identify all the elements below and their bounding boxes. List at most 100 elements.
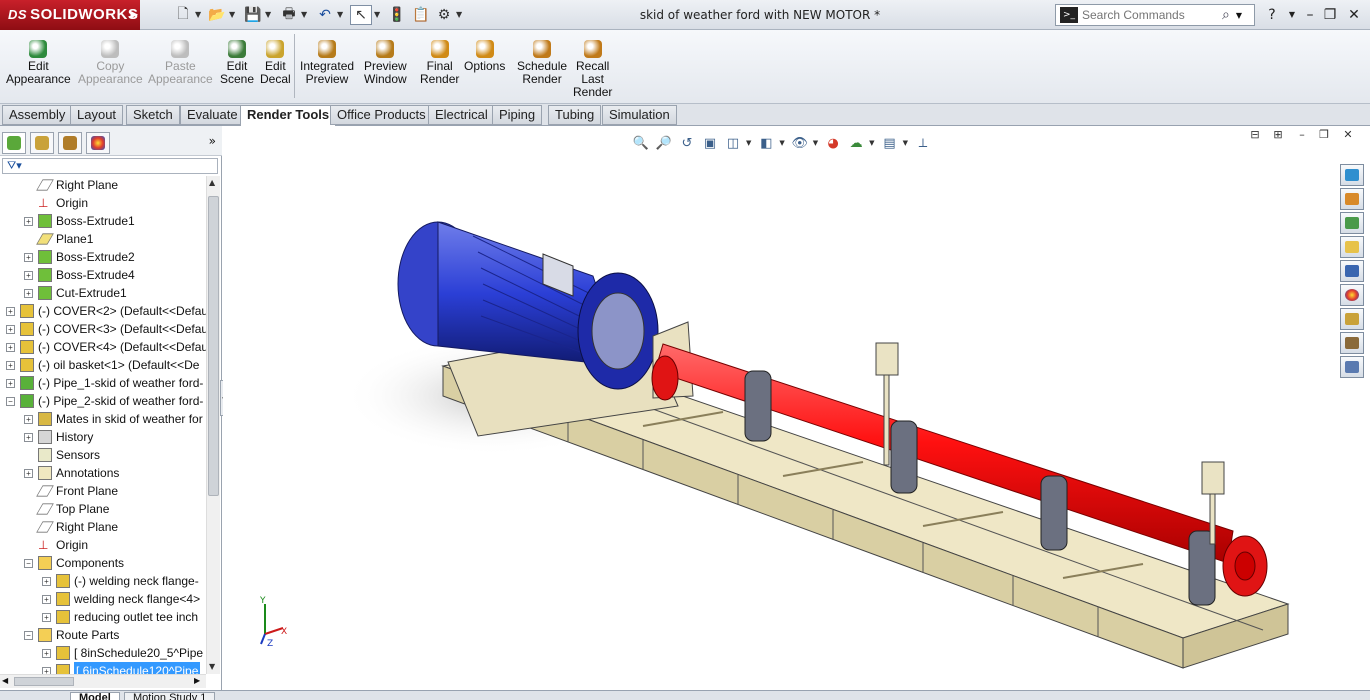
- tab-display-manager[interactable]: [86, 132, 110, 154]
- task-pane-file-explorer[interactable]: [1340, 236, 1364, 258]
- collapse-icon[interactable]: −: [6, 397, 15, 406]
- tree-item[interactable]: + (-) oil basket<1> (Default<<De: [0, 356, 206, 374]
- copy-appearance-button[interactable]: Copy Appearance: [78, 40, 143, 86]
- tab-electrical[interactable]: Electrical: [428, 105, 495, 125]
- bottom-tab-model[interactable]: Model: [70, 692, 120, 700]
- tree-item[interactable]: + Annotations: [0, 464, 206, 482]
- tree-item[interactable]: + (-) welding neck flange-: [0, 572, 206, 590]
- expand-icon[interactable]: +: [24, 415, 33, 424]
- tree-item[interactable]: Right Plane: [0, 176, 206, 194]
- expand-icon[interactable]: +: [6, 307, 15, 316]
- collapse-icon[interactable]: −: [24, 559, 33, 568]
- tree-item[interactable]: + (-) COVER<2> (Default<<Defau: [0, 302, 206, 320]
- tree-item[interactable]: Right Plane: [0, 518, 206, 536]
- tree-item[interactable]: + History: [0, 428, 206, 446]
- tree-item[interactable]: + Boss-Extrude1: [0, 212, 206, 230]
- tab-assembly[interactable]: Assembly: [2, 105, 73, 125]
- expand-icon[interactable]: +: [42, 577, 51, 586]
- tree-item[interactable]: Sensors: [0, 446, 206, 464]
- search-commands-box[interactable]: >_ ⌕ ▼: [1055, 4, 1255, 26]
- new-document-icon[interactable]: 🗋: [172, 5, 194, 25]
- more-tabs-chevron-icon[interactable]: »: [209, 134, 216, 148]
- tab-configuration-manager[interactable]: [58, 132, 82, 154]
- select-dropdown-icon[interactable]: ▼: [374, 10, 380, 19]
- tab-feature-manager[interactable]: [2, 132, 26, 154]
- task-pane-view-palette[interactable]: [1340, 260, 1364, 282]
- print-icon[interactable]: 🖶: [278, 5, 300, 25]
- graphics-area[interactable]: 🔍 🔎 ↺ ▣ ◫ ▼ ◧ ▼ 👁 ▼ ◕ ☁ ▼ ▤ ▼ ⟂ ⊟ ⊞ – ❐ …: [223, 126, 1370, 690]
- tree-item[interactable]: + (-) COVER<4> (Default<<Defau: [0, 338, 206, 356]
- expand-icon[interactable]: +: [42, 649, 51, 658]
- tab-tubing[interactable]: Tubing: [548, 105, 602, 125]
- expand-icon[interactable]: +: [24, 469, 33, 478]
- final-render-button[interactable]: Final Render: [420, 40, 459, 86]
- expand-icon[interactable]: +: [24, 217, 33, 226]
- expand-icon[interactable]: +: [24, 271, 33, 280]
- preview-window-button[interactable]: Preview Window: [364, 40, 407, 86]
- save-dropdown-icon[interactable]: ▼: [265, 10, 271, 19]
- expand-icon[interactable]: +: [42, 595, 51, 604]
- tree-item[interactable]: + welding neck flange<4>: [0, 590, 206, 608]
- edit-scene-button[interactable]: Edit Scene: [220, 40, 254, 86]
- tree-item[interactable]: + [ 8inSchedule20_5^Pipe: [0, 644, 206, 662]
- open-folder-icon[interactable]: 📂: [206, 5, 228, 25]
- expand-icon[interactable]: +: [6, 325, 15, 334]
- close-icon[interactable]: ✕: [1344, 5, 1364, 25]
- search-input[interactable]: [1082, 8, 1222, 22]
- new-dropdown-icon[interactable]: ▼: [195, 10, 201, 19]
- tree-item[interactable]: + Boss-Extrude4: [0, 266, 206, 284]
- tree-item[interactable]: − (-) Pipe_2-skid of weather ford-: [0, 392, 206, 410]
- assembly-model-render[interactable]: Y X Z: [223, 126, 1370, 690]
- tree-item[interactable]: + (-) COVER<3> (Default<<Defau: [0, 320, 206, 338]
- tree-item[interactable]: − Components: [0, 554, 206, 572]
- tab-simulation[interactable]: Simulation: [602, 105, 677, 125]
- minimize-icon[interactable]: –: [1300, 5, 1320, 25]
- expand-icon[interactable]: +: [6, 361, 15, 370]
- rebuild-traffic-light-icon[interactable]: 🚦: [386, 5, 408, 25]
- tab-evaluate[interactable]: Evaluate: [180, 105, 245, 125]
- options-icon[interactable]: ⚙: [433, 5, 455, 25]
- tab-layout[interactable]: Layout: [70, 105, 124, 125]
- tree-horizontal-scrollbar[interactable]: ◀ ▶: [0, 674, 206, 688]
- save-icon[interactable]: 💾: [242, 5, 264, 25]
- recall-last-render-button[interactable]: Recall Last Render: [573, 40, 612, 99]
- hscroll-thumb[interactable]: [14, 677, 74, 686]
- task-pane-toolbox[interactable]: [1340, 356, 1364, 378]
- tree-item[interactable]: + [ 6inSchedule120^Pipe: [0, 662, 206, 674]
- help-icon[interactable]: ?: [1262, 5, 1282, 25]
- tree-item[interactable]: ⊥ Origin: [0, 536, 206, 554]
- scroll-left-icon[interactable]: ◀: [2, 676, 8, 685]
- expand-icon[interactable]: +: [24, 433, 33, 442]
- tree-item[interactable]: ⊥ Origin: [0, 194, 206, 212]
- solidworks-logo[interactable]: DS SOLIDWORKS ▶: [0, 0, 140, 30]
- scroll-right-icon[interactable]: ▶: [194, 676, 200, 685]
- tab-property-manager[interactable]: [30, 132, 54, 154]
- tree-vertical-scrollbar[interactable]: ▲ ▼: [206, 176, 220, 674]
- task-pane-appearances[interactable]: [1340, 284, 1364, 306]
- tab-render-tools[interactable]: Render Tools: [240, 105, 337, 127]
- tree-filter-bar[interactable]: ⛛▾: [2, 158, 218, 174]
- tree-item[interactable]: + Cut-Extrude1: [0, 284, 206, 302]
- task-pane-home[interactable]: [1340, 188, 1364, 210]
- scroll-down-icon[interactable]: ▼: [209, 662, 215, 671]
- edit-appearance-button[interactable]: Edit Appearance: [6, 40, 71, 86]
- logo-menu-arrow-icon[interactable]: ▶: [131, 9, 138, 20]
- undo-icon[interactable]: ↶: [314, 5, 336, 25]
- tree-item[interactable]: − Route Parts: [0, 626, 206, 644]
- options-dropdown-icon[interactable]: ▼: [456, 10, 462, 19]
- integrated-preview-button[interactable]: Integrated Preview: [300, 40, 354, 86]
- tree-item[interactable]: + reducing outlet tee inch: [0, 608, 206, 626]
- expand-icon[interactable]: +: [6, 343, 15, 352]
- undo-dropdown-icon[interactable]: ▼: [337, 10, 343, 19]
- task-pane-custom-properties[interactable]: [1340, 308, 1364, 330]
- scroll-up-icon[interactable]: ▲: [209, 178, 215, 187]
- options-button[interactable]: Options: [464, 40, 505, 73]
- tab-sketch[interactable]: Sketch: [126, 105, 180, 125]
- tab-piping[interactable]: Piping: [492, 105, 543, 125]
- tree-item[interactable]: + (-) Pipe_1-skid of weather ford-: [0, 374, 206, 392]
- bottom-tab-motion-study-1[interactable]: Motion Study 1: [124, 692, 216, 700]
- expand-icon[interactable]: +: [6, 379, 15, 388]
- tree-item[interactable]: Top Plane: [0, 500, 206, 518]
- tab-office-products[interactable]: Office Products: [330, 105, 433, 125]
- open-dropdown-icon[interactable]: ▼: [229, 10, 235, 19]
